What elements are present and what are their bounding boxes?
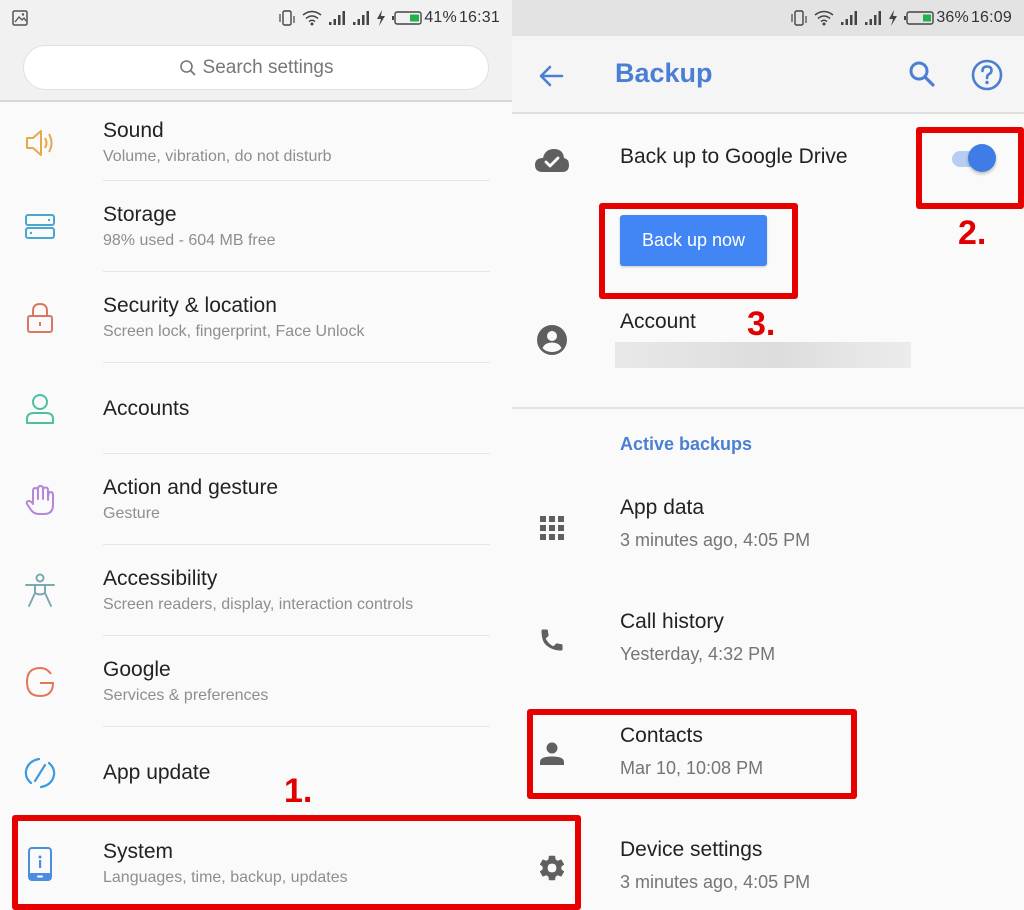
backup-screen: 36% 16:09 Backup Back up to Google Drive…: [512, 0, 1024, 910]
divider: [512, 407, 1024, 409]
signal-icon: [329, 11, 346, 25]
settings-item-sound[interactable]: Sound Volume, vibration, do not disturb: [0, 104, 512, 181]
settings-item-system[interactable]: System Languages, time, backup, updates: [0, 818, 512, 909]
battery-icon: [392, 11, 423, 25]
backup-item-subtitle: Yesterday, 4:32 PM: [620, 644, 776, 664]
item-subtitle: Languages, time, backup, updates: [103, 868, 348, 886]
backup-item-title: Device settings: [620, 838, 763, 861]
backup-drive-toggle[interactable]: [950, 142, 996, 174]
account-circle-icon: [534, 322, 570, 358]
item-title: Security & location: [103, 293, 277, 317]
account-email-redacted: [615, 342, 911, 368]
battery-percent: 41%: [424, 9, 457, 26]
contact-person-icon: [534, 736, 570, 772]
app-bar: Backup: [512, 36, 1024, 114]
person-icon: [22, 391, 58, 427]
settings-list: Sound Volume, vibration, do not disturb …: [0, 104, 512, 909]
item-title: Action and gesture: [103, 475, 279, 499]
item-title: Sound: [103, 118, 164, 142]
search-input[interactable]: Search settings: [23, 45, 489, 90]
sound-icon: [22, 125, 58, 161]
backup-item-subtitle: 3 minutes ago, 4:05 PM: [620, 530, 811, 550]
section-header-active-backups: Active backups: [620, 434, 753, 454]
signal-icon: [865, 11, 882, 25]
phone-icon: [534, 622, 570, 658]
cloud-done-icon: [534, 142, 570, 178]
hand-icon: [22, 482, 58, 518]
settings-item-security[interactable]: Security & location Screen lock, fingerp…: [0, 272, 512, 363]
signal-icon: [353, 11, 370, 25]
charging-bolt-icon: [377, 10, 386, 26]
app-update-icon: [22, 755, 58, 791]
backup-item-app-data[interactable]: App data 3 minutes ago, 4:05 PM: [512, 482, 1024, 582]
settings-item-accounts[interactable]: Accounts: [0, 363, 512, 454]
charging-bolt-icon: [889, 10, 898, 26]
backup-item-subtitle: Mar 10, 10:08 PM: [620, 758, 764, 778]
backup-item-title: Contacts: [620, 724, 703, 747]
backup-item-call-history[interactable]: Call history Yesterday, 4:32 PM: [512, 596, 1024, 696]
item-subtitle: Gesture: [103, 504, 160, 522]
backup-item-subtitle: 3 minutes ago, 4:05 PM: [620, 872, 811, 892]
apps-grid-icon: [534, 510, 570, 546]
settings-item-google[interactable]: Google Services & preferences: [0, 636, 512, 727]
item-subtitle: Screen lock, fingerprint, Face Unlock: [103, 322, 365, 340]
item-subtitle: 98% used - 604 MB free: [103, 231, 276, 249]
search-button[interactable]: [906, 58, 938, 90]
search-icon: [909, 61, 935, 87]
vibrate-icon: [791, 10, 807, 26]
search-placeholder: Search settings: [202, 56, 334, 78]
item-title: App update: [103, 760, 211, 784]
item-title: Accounts: [103, 396, 190, 420]
accessibility-icon: [22, 573, 58, 609]
backup-drive-label: Back up to Google Drive: [620, 145, 848, 168]
settings-item-storage[interactable]: Storage 98% used - 604 MB free: [0, 181, 512, 272]
search-header: Search settings: [0, 36, 512, 102]
settings-item-action-gesture[interactable]: Action and gesture Gesture: [0, 454, 512, 545]
backup-item-device-settings[interactable]: Device settings 3 minutes ago, 4:05 PM: [512, 824, 1024, 910]
help-button[interactable]: [970, 58, 1004, 92]
search-icon: [179, 59, 196, 76]
settings-item-accessibility[interactable]: Accessibility Screen readers, display, i…: [0, 545, 512, 636]
status-bar: 41% 16:31: [0, 0, 512, 36]
storage-icon: [22, 209, 58, 245]
clock: 16:09: [970, 9, 1012, 26]
clock: 16:31: [458, 9, 500, 26]
backup-drive-row[interactable]: Back up to Google Drive: [512, 114, 1024, 204]
backup-item-contacts[interactable]: Contacts Mar 10, 10:08 PM: [512, 710, 1024, 810]
item-subtitle: Volume, vibration, do not disturb: [103, 147, 332, 165]
back-up-now-button[interactable]: Back up now: [620, 215, 767, 266]
lock-icon: [22, 300, 58, 336]
toggle-thumb: [968, 144, 996, 172]
settings-item-app-update[interactable]: App update: [0, 727, 512, 818]
item-title: Accessibility: [103, 566, 218, 590]
system-info-icon: [22, 846, 58, 882]
battery-icon: [904, 11, 935, 25]
backup-item-title: Call history: [620, 610, 724, 633]
google-icon: [22, 664, 58, 700]
vibrate-icon: [279, 10, 295, 26]
backup-item-title: App data: [620, 496, 705, 519]
item-subtitle: Screen readers, display, interaction con…: [103, 595, 414, 613]
wifi-icon: [814, 10, 834, 26]
gallery-icon: [12, 10, 28, 26]
account-label: Account: [620, 310, 696, 333]
battery-percent: 36%: [936, 9, 969, 26]
gear-icon: [534, 850, 570, 886]
item-title: Google: [103, 657, 171, 681]
page-title: Backup: [615, 58, 713, 88]
item-subtitle: Services & preferences: [103, 686, 269, 704]
signal-icon: [841, 11, 858, 25]
back-button[interactable]: [536, 60, 568, 92]
arrow-back-icon: [539, 65, 564, 87]
help-icon: [971, 59, 1003, 91]
status-bar: 36% 16:09: [512, 0, 1024, 36]
item-title: System: [103, 839, 174, 863]
item-title: Storage: [103, 202, 177, 226]
wifi-icon: [302, 10, 322, 26]
settings-screen: 41% 16:31 Search settings Sound Volume, …: [0, 0, 512, 910]
